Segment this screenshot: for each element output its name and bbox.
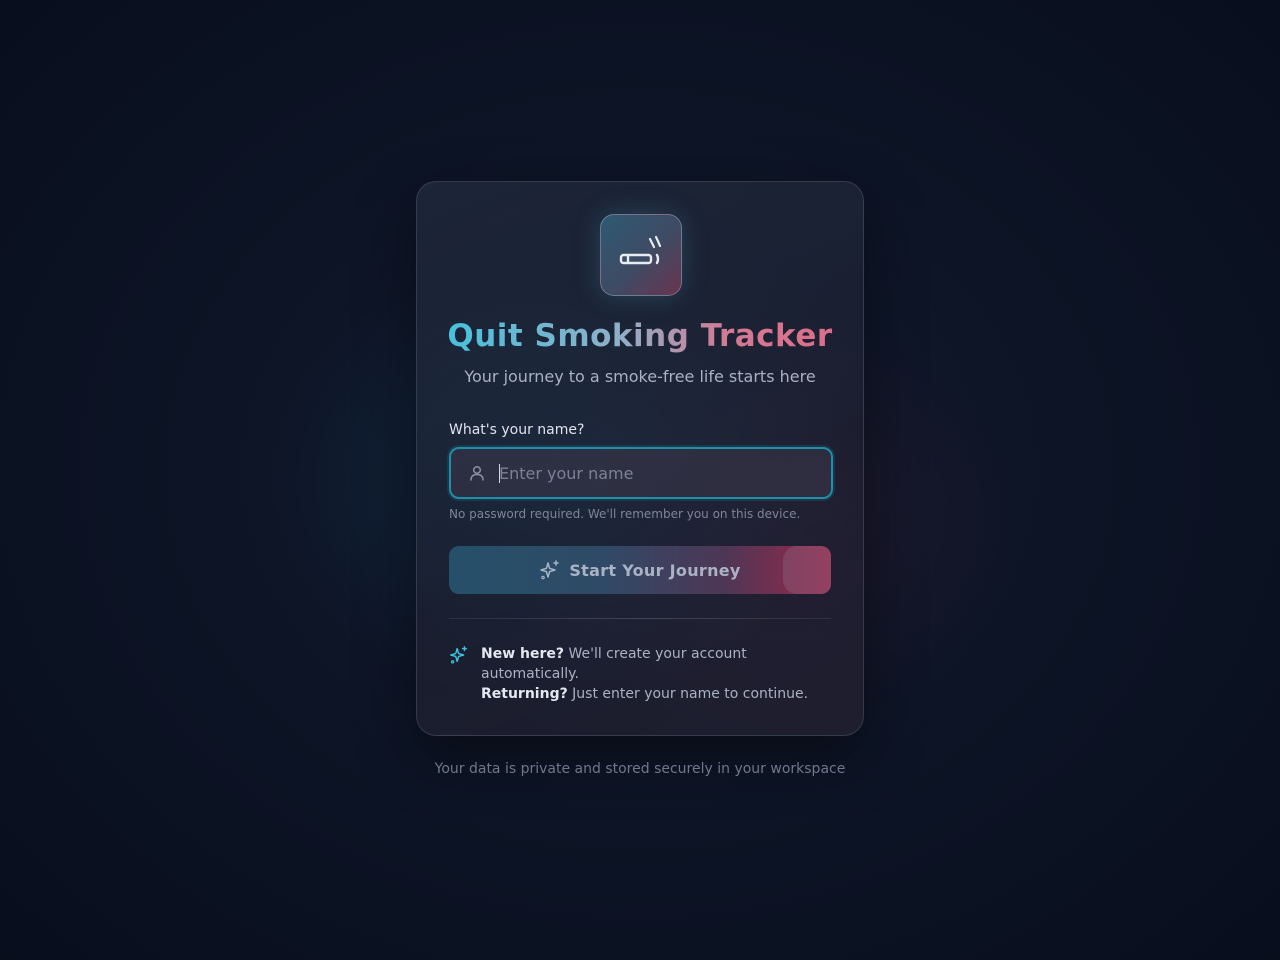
name-input[interactable] [499, 449, 819, 497]
app-logo [600, 214, 682, 296]
user-icon [470, 465, 484, 481]
name-hint: No password required. We'll remember you… [449, 507, 801, 521]
info-text: New here? We'll create your account auto… [481, 644, 831, 704]
app-subtitle: Your journey to a smoke-free life starts… [464, 367, 816, 386]
name-input-wrapper[interactable] [449, 447, 833, 499]
button-highlight [783, 546, 831, 594]
sparkles-icon [450, 646, 467, 664]
app-title: Quit Smoking Tracker [417, 318, 863, 354]
returning-line: Returning? Just enter your name to conti… [481, 684, 831, 704]
privacy-footer: Your data is private and stored securely… [434, 761, 846, 777]
name-field-label: What's your name? [449, 422, 585, 438]
new-here-line: New here? We'll create your account auto… [481, 644, 831, 684]
start-journey-button[interactable]: Start Your Journey [449, 546, 831, 594]
sparkles-icon [540, 560, 560, 580]
returning-text: Just enter your name to continue. [567, 686, 809, 702]
text-caret [499, 464, 500, 483]
new-here-title: New here? [481, 646, 565, 662]
section-divider [449, 618, 831, 619]
returning-title: Returning? [481, 686, 568, 702]
cigarette-icon [619, 235, 662, 265]
login-card: Quit Smoking Tracker Your journey to a s… [416, 181, 864, 736]
start-journey-label: Start Your Journey [569, 560, 741, 580]
